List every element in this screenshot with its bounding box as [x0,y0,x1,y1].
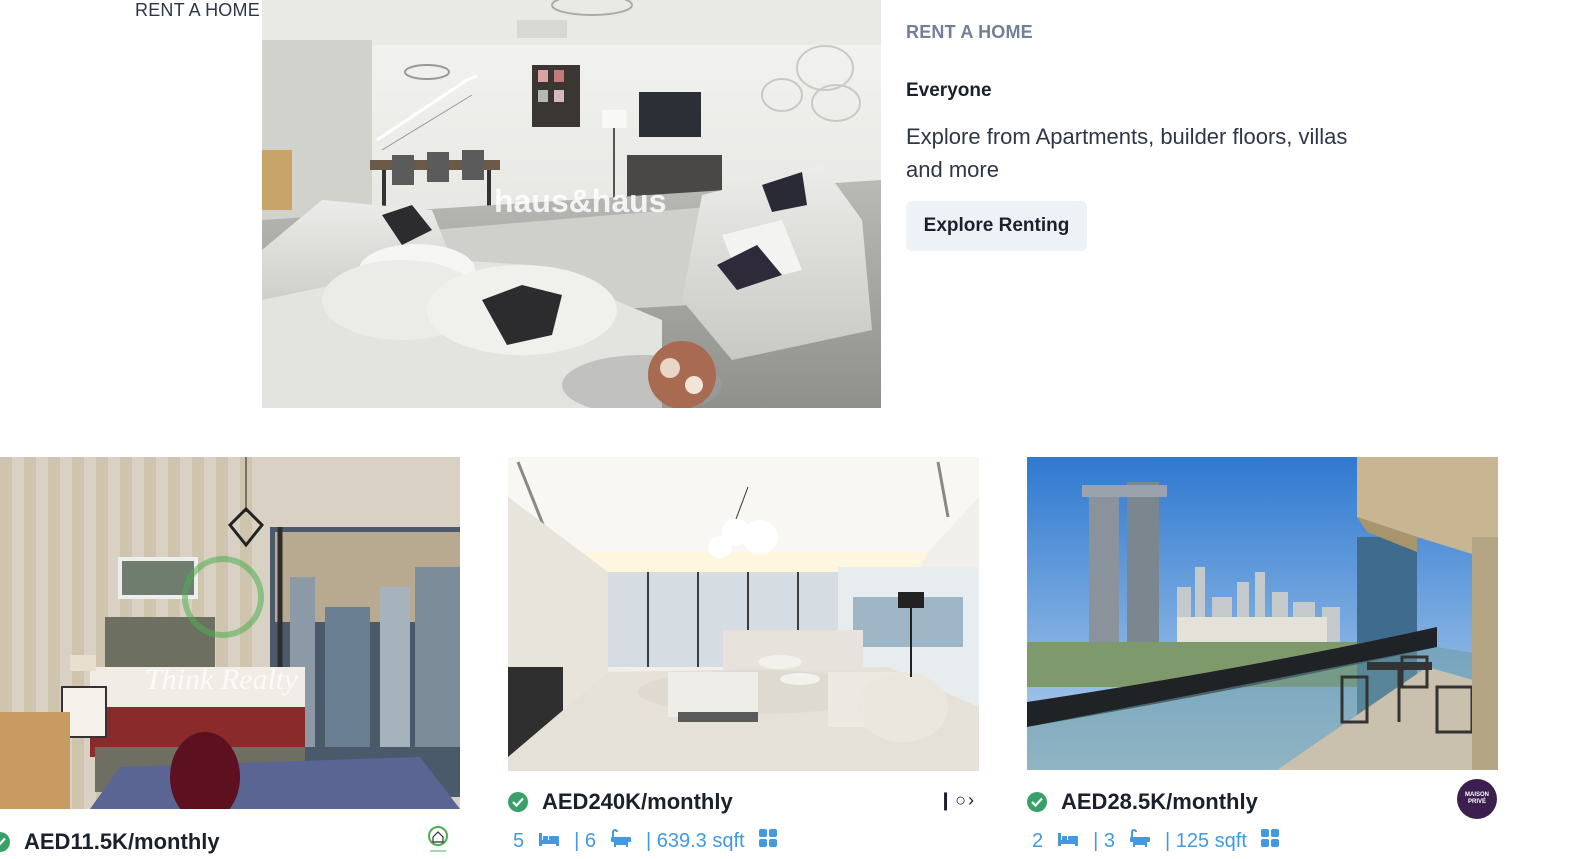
bathroom-count: | 3 [1093,829,1115,852]
bedroom-count: 2 [1032,829,1044,852]
listing-card[interactable]: AED240K/monthly ❙○› 5 | 6 | 639.3 sqft [508,457,979,859]
explore-renting-button[interactable]: Explore Renting [906,201,1087,251]
listing-price: AED240K/monthly [542,789,733,814]
hero-image-watermark: haus&haus [494,183,666,219]
verified-check-icon [508,792,528,812]
listing-photo[interactable] [508,457,979,771]
bedroom-count: 5 [513,829,525,852]
listing-photo[interactable] [1027,457,1498,770]
hero-description: Explore from Apartments, builder floors,… [906,124,1348,182]
agency-logo[interactable] [418,819,458,859]
listing-card[interactable]: AED28.5K/monthly MAISON PRIVÉ 2 | 3 | 12… [1027,457,1498,859]
verified-check-icon [0,832,10,852]
hero-eyebrow: RENT A HOME [906,22,1033,42]
area-size: | 639.3 sqft [646,829,745,852]
bed-icon [1057,830,1079,853]
carousel-arrows-icon[interactable]: ❙○› [938,790,976,811]
agency-logo[interactable]: MAISON PRIVÉ [1457,779,1497,819]
listing-photo-watermark: Think Realty [145,663,298,696]
hero-title: Everyone [906,80,992,101]
bed-icon [538,830,560,853]
verified-check-icon [1027,792,1047,812]
listing-price: AED28.5K/monthly [1061,789,1258,814]
grid-icon[interactable] [1260,829,1279,853]
hero-living-room-image: haus&haus [262,0,881,408]
bathroom-count: | 6 [574,829,596,852]
listing-photo[interactable]: Think Realty [0,457,460,809]
grid-icon[interactable] [758,829,777,853]
section-overflow-label: RENT A HOME [135,0,260,20]
listing-card[interactable]: Think Realty AED11.5K/monthly [0,457,460,859]
area-size: | 125 sqft [1165,829,1247,852]
bath-icon [610,829,632,853]
bath-icon [1129,829,1151,853]
listing-price: AED11.5K/monthly [24,829,220,854]
